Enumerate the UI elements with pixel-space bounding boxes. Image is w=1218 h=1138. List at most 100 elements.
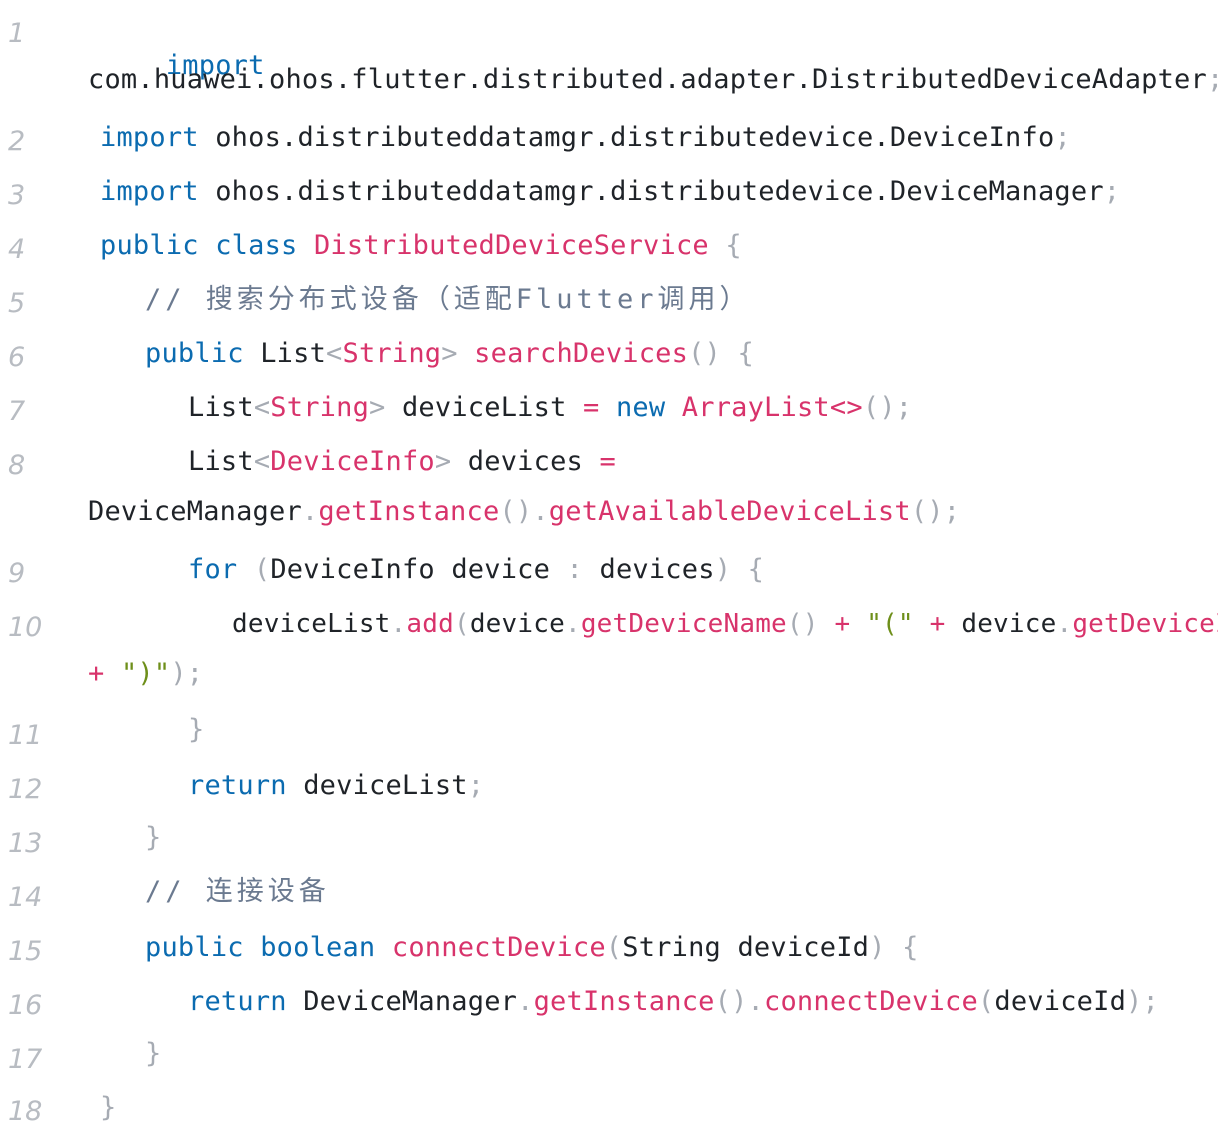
code-line-2: import ohos.distributeddatamgr.distribut…	[100, 120, 1071, 156]
line-number: 3	[8, 180, 26, 211]
object-name: DeviceManager	[88, 496, 302, 527]
line-number: 12	[8, 774, 43, 805]
line-number: 4	[8, 234, 26, 265]
angle-close: >	[441, 338, 458, 369]
string-literal: "("	[866, 609, 914, 639]
import-path: ohos.distributeddatamgr.distributedevice…	[215, 176, 1104, 207]
keyword: new	[615, 392, 666, 423]
variable: device	[961, 609, 1057, 639]
variable: device	[469, 609, 565, 639]
line-number: 2	[8, 126, 26, 157]
keyword: return	[188, 770, 287, 801]
dot: .	[532, 496, 549, 527]
variable: devices	[467, 446, 583, 477]
class-name: ArrayList	[681, 392, 830, 423]
brace: }	[100, 1092, 117, 1123]
code-line-11: }	[188, 712, 204, 748]
method-name: getAvailableDeviceList	[548, 496, 911, 527]
code-editor: 1 2 3 4 5 6 7 8 9 10 11 12 13 14 15 16 1…	[0, 0, 1218, 1138]
keyword: for	[188, 554, 238, 585]
angle-close: >	[434, 446, 452, 477]
parens: ()	[499, 496, 533, 527]
parameter: deviceId	[737, 932, 870, 963]
paren-open: (	[605, 932, 623, 963]
keyword: public	[100, 230, 199, 261]
code-line-10: deviceList.add(device.getDeviceName() + …	[232, 606, 1218, 642]
variable: devices	[599, 554, 715, 585]
line-number: 5	[8, 288, 26, 319]
type-name: List	[188, 392, 254, 423]
line-number: 18	[8, 1096, 43, 1127]
semicolon: ;	[1103, 176, 1121, 207]
operator: +	[834, 609, 851, 639]
code-line-1-wrap: com.huawei.ohos.flutter.distributed.adap…	[88, 62, 1218, 98]
angle-close: >	[369, 392, 386, 423]
line-number: 15	[8, 936, 43, 967]
comment: // 连接设备	[145, 876, 330, 907]
code-line-15: public boolean connectDevice(String devi…	[145, 930, 919, 966]
brace: {	[737, 338, 754, 369]
dot: .	[1056, 609, 1073, 639]
brace: }	[145, 822, 162, 853]
import-path: ohos.distributeddatamgr.distributedevice…	[215, 122, 1055, 153]
operator: +	[88, 658, 105, 689]
semicolon: ;	[1207, 64, 1218, 95]
line-number: 10	[8, 612, 43, 643]
line-number: 16	[8, 990, 43, 1021]
semicolon: ;	[1054, 122, 1071, 153]
variable: device	[451, 554, 551, 585]
type-name: List	[188, 446, 254, 477]
keyword: boolean	[260, 932, 376, 963]
method-name: getInstance	[318, 496, 500, 527]
code-line-8-wrap: DeviceManager.getInstance().getAvailable…	[88, 494, 960, 530]
keyword: public	[145, 338, 244, 369]
line-number: 13	[8, 828, 43, 859]
end-call: );	[1126, 986, 1159, 1017]
paren-close: )	[714, 554, 732, 585]
brace: {	[747, 554, 765, 585]
brace: }	[188, 714, 205, 745]
dot: .	[301, 496, 319, 527]
comment: // 搜索分布式设备（适配Flutter调用）	[145, 284, 751, 315]
method-name: add	[406, 609, 454, 639]
operator: +	[929, 609, 946, 639]
paren-open: (	[977, 986, 995, 1017]
code-line-3: import ohos.distributeddatamgr.distribut…	[100, 174, 1120, 210]
code-line-7: List<String> deviceList = new ArrayList<…	[188, 390, 912, 426]
line-number: 8	[8, 450, 26, 481]
line-number: 6	[8, 342, 26, 373]
object-name: DeviceManager	[303, 986, 518, 1017]
keyword: class	[215, 230, 298, 261]
dot: .	[390, 609, 407, 639]
code-line-12: return deviceList;	[188, 768, 484, 804]
code-line-9: for (DeviceInfo device : devices) {	[188, 552, 764, 588]
code-line-8: List<DeviceInfo> devices =	[188, 444, 616, 480]
parens: ()	[786, 609, 819, 639]
line-number: 1	[8, 18, 26, 49]
variable: deviceId	[994, 986, 1127, 1017]
generic-type: String	[270, 392, 370, 423]
line-number: 9	[8, 558, 26, 589]
type-name: String	[622, 932, 721, 963]
code-line-6: public List<String> searchDevices() {	[145, 336, 754, 372]
variable: deviceList	[303, 770, 468, 801]
operator: =	[583, 392, 600, 423]
dot: .	[564, 609, 581, 639]
dot: .	[747, 986, 764, 1017]
brace: {	[725, 230, 742, 261]
end-call: ();	[910, 496, 961, 527]
method-name: getDeviceName	[580, 609, 787, 639]
method-name: searchDevices	[474, 338, 689, 369]
keyword: public	[145, 932, 244, 963]
method-name: connectDevice	[764, 986, 978, 1017]
code-line-14: // 连接设备	[145, 874, 330, 910]
code-line-17: }	[145, 1036, 161, 1072]
end-call: ();	[862, 392, 913, 423]
code-line-18: }	[100, 1090, 116, 1126]
code-line-10-wrap: + ")");	[88, 656, 203, 692]
line-number: 14	[8, 882, 43, 913]
generic-type: DeviceInfo	[270, 446, 435, 477]
dot: .	[517, 986, 534, 1017]
object-name: deviceList	[232, 609, 391, 639]
colon: :	[566, 554, 584, 585]
